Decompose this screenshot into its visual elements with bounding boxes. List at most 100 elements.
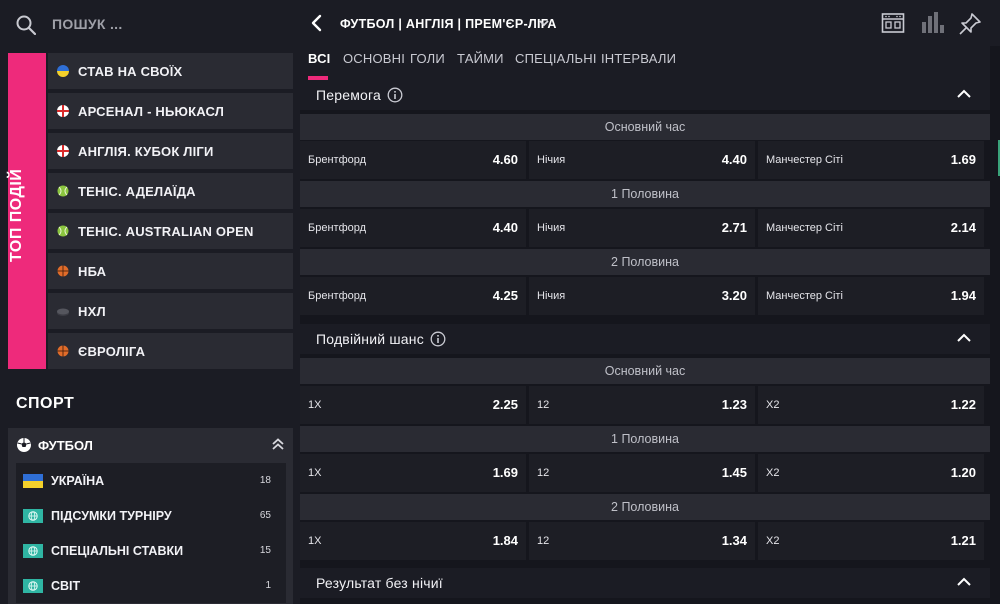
tab-intervals[interactable]: ІНТЕРВАЛИ (601, 51, 676, 66)
odd-button[interactable]: X2 1.20 (758, 454, 984, 492)
scoreboard-icon[interactable] (881, 12, 905, 34)
top-item-label: СТАВ НА СВОЇХ (78, 63, 183, 79)
tab-special[interactable]: СПЕЦІАЛЬНІ (515, 51, 597, 66)
odd-value: 4.40 (721, 152, 747, 167)
odd-button[interactable]: Манчестер Сіті 1.94 (758, 277, 984, 315)
back-arrow-icon[interactable] (310, 14, 324, 32)
odd-button[interactable]: X2 1.21 (758, 522, 984, 560)
top-item-0[interactable]: СТАВ НА СВОЇХ (48, 53, 293, 89)
country-item-count: 65 (259, 510, 271, 521)
top-item-5[interactable]: НБА (48, 253, 293, 289)
top-item-4[interactable]: ТЕНІС. AUSTRALIAN OPEN (48, 213, 293, 249)
odd-name: Брентфорд (308, 290, 367, 302)
top-item-label: АНГЛІЯ. КУБОК ЛІГИ (78, 143, 214, 159)
tab-goals[interactable]: ГОЛИ (410, 51, 445, 66)
statistics-icon[interactable] (920, 12, 944, 34)
info-icon[interactable] (387, 87, 403, 103)
market-header[interactable]: Перемога (300, 80, 990, 110)
odd-button[interactable]: Манчестер Сіті 2.14 (758, 209, 984, 247)
odd-button[interactable]: 1X 1.84 (300, 522, 526, 560)
period-text: 2 Половина (611, 500, 679, 514)
odd-value: 1.20 (950, 465, 976, 480)
odd-value: 1.84 (492, 533, 518, 548)
football-country-list: УКРАЇНА 18 ПІДСУМКИ ТУРНІРУ 65 СПЕЦІАЛЬН… (16, 463, 286, 603)
country-item-count: 15 (259, 545, 271, 556)
period-label: 2 Половина (300, 494, 990, 520)
info-icon[interactable] (430, 331, 446, 347)
chevron-down-icon[interactable] (538, 18, 550, 28)
country-item-label: СПЕЦІАЛЬНІ СТАВКИ (51, 543, 184, 558)
period-label: Основний час (300, 358, 990, 384)
top-item-label: НБА (78, 263, 107, 279)
top-item-label: АРСЕНАЛ - НЬЮКАСЛ (78, 103, 225, 119)
country-item-label: УКРАЇНА (51, 473, 105, 488)
chevron-up-icon[interactable] (956, 576, 972, 588)
odd-value: 2.14 (950, 220, 976, 235)
top-item-6[interactable]: НХЛ (48, 293, 293, 329)
odd-button[interactable]: 12 1.23 (529, 386, 755, 424)
odd-button[interactable]: Брентфорд 4.60 (300, 141, 526, 179)
odds-row: Брентфорд 4.60 Нічия 4.40 Манчестер Сіті 1.… (300, 141, 990, 179)
odds-row: 1X 2.25 12 1.23 X2 1.22 (300, 386, 990, 424)
period-text: Основний час (604, 364, 686, 378)
odds-row: Брентфорд 4.25 Нічия 3.20 Манчестер Сіті 1.… (300, 277, 990, 315)
odd-name: Манчестер Сіті (766, 290, 843, 302)
country-item-count: 18 (259, 475, 271, 486)
top-item-3[interactable]: ТЕНІС. АДЕЛАЇДА (48, 173, 293, 209)
odd-name: 1X (308, 535, 322, 547)
country-item-3[interactable]: СВІТ 1 (16, 568, 286, 603)
period-label: 1 Половина (300, 426, 990, 452)
top-item-7[interactable]: ЄВРОЛІГА (48, 333, 293, 369)
odds-row: 1X 1.69 12 1.45 X2 1.20 (300, 454, 990, 492)
odd-button[interactable]: Брентфорд 4.25 (300, 277, 526, 315)
odd-name: Нічия (537, 290, 566, 302)
odd-value: 1.69 (492, 465, 518, 480)
odd-button[interactable]: Нічия 3.20 (529, 277, 755, 315)
odd-value: 4.40 (492, 220, 518, 235)
tab-all[interactable]: ВСІ (308, 51, 331, 66)
search-input[interactable] (52, 12, 282, 36)
odd-name: Брентфорд (308, 154, 367, 166)
country-item-2[interactable]: СПЕЦІАЛЬНІ СТАВКИ 15 (16, 533, 286, 568)
odd-button[interactable]: 12 1.45 (529, 454, 755, 492)
top-item-2[interactable]: АНГЛІЯ. КУБОК ЛІГИ (48, 133, 293, 169)
odd-button[interactable]: 12 1.34 (529, 522, 755, 560)
hockey-puck-icon (56, 304, 70, 318)
odd-name: Нічия (537, 222, 566, 234)
market-header[interactable]: Подвійний шанс (300, 324, 990, 354)
tab-halves[interactable]: ТАЙМИ (457, 51, 504, 66)
odd-value: 1.94 (950, 288, 976, 303)
chevron-up-icon[interactable] (956, 332, 972, 344)
top-item-1[interactable]: АРСЕНАЛ - НЬЮКАСЛ (48, 93, 293, 129)
odd-button[interactable]: Брентфорд 4.40 (300, 209, 526, 247)
market-header[interactable]: Результат без нічиї (300, 568, 990, 598)
sport-section-title: СПОРТ (16, 395, 75, 412)
tennis-ball-icon (56, 184, 70, 198)
tennis-ball-icon (56, 224, 70, 238)
odd-button[interactable]: Манчестер Сіті 1.69 (758, 141, 984, 179)
main-panel: ФУТБОЛ | АНГЛІЯ | ПРЕМ'ЄР-ЛІГА ВСІ ОСНОВ… (300, 0, 1000, 604)
odd-button[interactable]: 1X 2.25 (300, 386, 526, 424)
sport-football-header[interactable]: ФУТБОЛ (8, 428, 293, 462)
double-chevron-up-icon[interactable] (271, 437, 285, 451)
country-item-1[interactable]: ПІДСУМКИ ТУРНІРУ 65 (16, 498, 286, 533)
basketball-icon (56, 264, 70, 278)
odd-value: 1.34 (721, 533, 747, 548)
pin-icon[interactable] (958, 12, 982, 36)
odd-button[interactable]: Нічия 4.40 (529, 141, 755, 179)
odd-name: X2 (766, 399, 780, 411)
odd-name: Брентфорд (308, 222, 367, 234)
search-icon[interactable] (16, 15, 36, 35)
top-events-tab: ТОП ПОДІЙ (8, 53, 46, 369)
odd-value: 1.45 (721, 465, 747, 480)
odd-value: 2.71 (721, 220, 747, 235)
country-item-0[interactable]: УКРАЇНА 18 (16, 463, 286, 498)
breadcrumb-title[interactable]: ФУТБОЛ | АНГЛІЯ | ПРЕМ'ЄР-ЛІГА (340, 17, 557, 31)
odd-value: 1.23 (721, 397, 747, 412)
chevron-up-icon[interactable] (956, 88, 972, 100)
odd-button[interactable]: Нічия 2.71 (529, 209, 755, 247)
odd-button[interactable]: X2 1.22 (758, 386, 984, 424)
left-sidebar: ТОП ПОДІЙ СТАВ НА СВОЇХ АРСЕНАЛ - НЬЮКАС… (0, 0, 300, 604)
odd-button[interactable]: 1X 1.69 (300, 454, 526, 492)
tab-main[interactable]: ОСНОВНІ (343, 51, 405, 66)
